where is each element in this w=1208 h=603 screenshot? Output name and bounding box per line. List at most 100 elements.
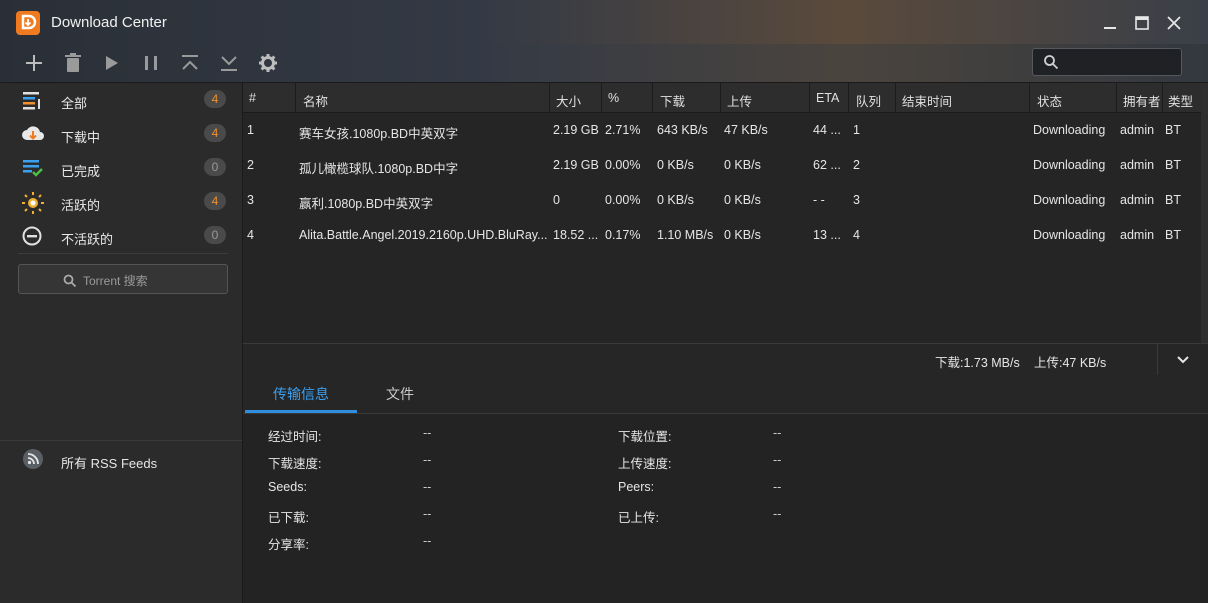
table-row[interactable]: 4 Alita.Battle.Angel.2019.2160p.UHD.BluR… [243,218,1201,253]
torrent-search-placeholder: Torrent 搜索 [83,274,148,288]
column-header[interactable]: 状态 [1037,91,1062,110]
sidebar-item-inactive[interactable]: 不活跃的 0 [0,219,242,253]
minimize-icon[interactable] [1099,12,1121,34]
cell-type: BT [1165,193,1181,207]
count-badge: 4 [204,192,226,210]
sidebar-item-label: 已完成 [61,164,101,179]
count-badge: 4 [204,124,226,142]
search-input[interactable] [1032,48,1182,76]
sidebar-item-downloading[interactable]: 下载中 4 [0,117,242,151]
detail-label: 已上传: [618,511,659,525]
cell-name: Alita.Battle.Angel.2019.2160p.UHD.BluRay… [299,228,547,242]
column-header[interactable]: 类型 [1168,91,1193,110]
cell-queue: 1 [853,123,860,137]
detail-value: -- [773,480,782,494]
download-center-window: Download Center 全部 4 下载中 4 已完成 0 活跃的 4 不… [0,0,1208,603]
cell-upload: 47 KB/s [724,123,768,137]
detail-label: 分享率: [268,538,309,552]
pause-icon[interactable] [140,52,162,74]
total-download-speed: 下载:1.73 MB/s [935,356,1020,370]
cell-status: Downloading [1033,193,1106,207]
column-header[interactable]: 结束时间 [902,91,952,110]
detail-tabs: 传输信息 文件 [243,375,1208,414]
settings-gear-icon[interactable] [257,52,279,74]
column-header[interactable]: # [249,91,256,105]
close-icon[interactable] [1163,12,1185,34]
detail-value: -- [773,426,782,440]
column-header[interactable]: 名称 [303,91,328,110]
vertical-scrollbar[interactable] [1201,83,1208,343]
list-all-icon [21,89,45,111]
cell-eta: 62 ... [813,158,841,172]
detail-value: -- [423,534,432,548]
cell-size: 0 [553,193,560,207]
move-to-top-icon[interactable] [179,52,201,74]
sidebar-item-all[interactable]: 全部 4 [0,83,242,117]
cell-percent: 0.00% [605,158,641,172]
cell-queue: 4 [853,228,860,242]
tab-transfer-info[interactable]: 传输信息 [245,375,357,413]
list-check-icon [21,157,45,179]
rss-feed-icon [22,448,44,473]
sidebar-item-rss[interactable]: 所有 RSS Feeds [0,443,242,477]
detail-value: -- [423,453,432,467]
cell-upload: 0 KB/s [724,158,761,172]
table-header: # 名称 大小 % 下载 上传 ETA 队列 结束时间 状态 拥有者 类型 [243,83,1201,113]
detail-value: -- [423,507,432,521]
cell-num: 1 [247,123,254,137]
detail-label: 经过时间: [268,430,322,444]
tab-files[interactable]: 文件 [361,375,439,413]
cell-download: 0 KB/s [657,158,694,172]
torrent-search-input[interactable]: Torrent 搜索 [18,264,228,294]
cell-type: BT [1165,158,1181,172]
sidebar-item-label: 全部 [61,96,88,111]
sidebar-item-active[interactable]: 活跃的 4 [0,185,242,219]
divider [18,253,228,254]
delete-icon[interactable] [62,52,84,74]
move-to-bottom-icon[interactable] [218,52,240,74]
play-icon[interactable] [100,52,122,74]
chevron-down-icon [1177,355,1189,363]
column-header[interactable]: 大小 [556,91,581,110]
table-row[interactable]: 3 赢利.1080p.BD中英双字 0 0.00% 0 KB/s 0 KB/s … [243,183,1201,218]
add-icon[interactable] [23,52,45,74]
status-bar: 下载:1.73 MB/s 上传:47 KB/s [243,343,1208,376]
transfer-details: 经过时间: -- 下载速度: -- Seeds: -- 已下载: -- 分享率:… [243,414,1208,603]
cell-eta: - - [813,193,825,207]
column-header[interactable]: 下载 [660,91,685,110]
cell-percent: 0.17% [605,228,641,242]
count-badge: 0 [204,158,226,176]
cell-owner: admin [1120,158,1155,172]
column-header[interactable]: 上传 [727,91,752,110]
table-row[interactable]: 1 赛车女孩.1080p.BD中英双字 2.19 GB 2.71% 643 KB… [243,113,1201,148]
column-header[interactable]: 拥有者 [1123,91,1161,110]
cell-download: 0 KB/s [657,193,694,207]
main-panel: # 名称 大小 % 下载 上传 ETA 队列 结束时间 状态 拥有者 类型 1 … [243,83,1208,603]
cell-download: 1.10 MB/s [657,228,714,242]
count-badge: 0 [204,226,226,244]
cell-type: BT [1165,123,1181,137]
column-header[interactable]: 队列 [856,91,881,110]
cell-eta: 13 ... [813,228,841,242]
cell-status: Downloading [1033,228,1106,242]
maximize-icon[interactable] [1131,12,1153,34]
detail-value: -- [423,480,432,494]
cell-num: 3 [247,193,254,207]
collapse-panel-button[interactable] [1157,344,1208,375]
download-center-logo-icon [16,11,40,35]
cell-owner: admin [1120,193,1155,207]
cell-name: 赛车女孩.1080p.BD中英双字 [299,127,459,141]
count-badge: 4 [204,90,226,108]
sidebar: 全部 4 下载中 4 已完成 0 活跃的 4 不活跃的 0 Torrent 搜索… [0,83,243,603]
search-icon [63,274,77,287]
column-header[interactable]: ETA [816,91,839,105]
cell-size: 18.52 ... [553,228,599,242]
title-bar: Download Center [0,0,1208,44]
cell-percent: 0.00% [605,193,641,207]
column-header[interactable]: % [608,91,619,105]
sidebar-item-completed[interactable]: 已完成 0 [0,151,242,185]
detail-label: Seeds: [268,480,307,494]
cloud-download-icon [21,123,45,145]
table-row[interactable]: 2 孤儿橄榄球队.1080p.BD中字 2.19 GB 0.00% 0 KB/s… [243,148,1201,183]
cell-type: BT [1165,228,1181,242]
